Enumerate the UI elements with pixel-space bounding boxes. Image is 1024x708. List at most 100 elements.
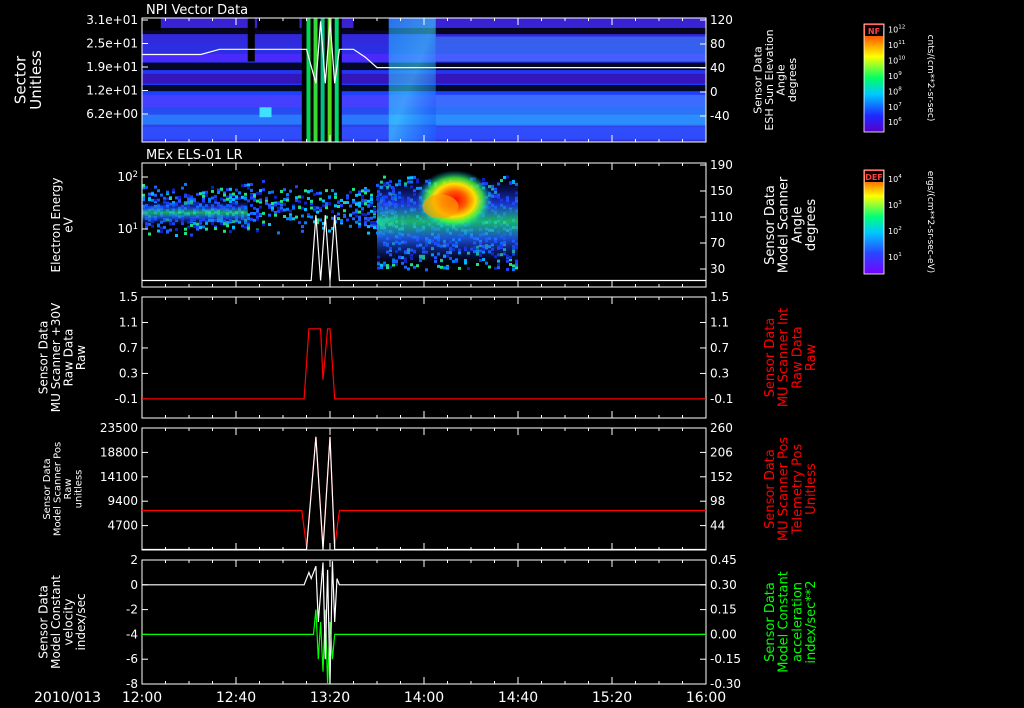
heatmap-pixel — [154, 193, 157, 197]
heatmap-pixel — [319, 197, 322, 201]
y2-tick-label: 30 — [710, 262, 725, 276]
heatmap-pixel — [184, 227, 187, 231]
heatmap-pixel — [262, 179, 265, 183]
heatmap-pixel — [316, 210, 319, 214]
heatmap-pixel — [241, 184, 244, 188]
y-tick-label: -0.1 — [115, 392, 138, 406]
panel-3: 1.5 1.1 0.7 0.3 -0.1 1.5 1.1 0.7 0.3 -0.1 Sensor D… — [36, 290, 819, 419]
heatmap-pixel — [157, 229, 160, 233]
heatmap-pixel — [169, 197, 172, 200]
heatmap-pixel — [367, 225, 370, 229]
heatmap-pixel — [364, 216, 367, 220]
heatmap-pixel — [253, 206, 256, 210]
colorbar-2: DEF 104 103 102 101 ergs/(cm**2-sr-sec-eV) — [863, 169, 935, 275]
heatmap-pixel — [364, 223, 367, 227]
heatmap-pixel — [175, 234, 178, 237]
heatmap-pixel — [217, 191, 220, 195]
heatmap-pixel — [298, 195, 301, 199]
panel-title: NPI Vector Data — [146, 3, 248, 18]
heatmap-pixel — [226, 188, 229, 192]
x-tick-label: 16:00 — [686, 690, 726, 706]
heatmap-pixel — [238, 197, 241, 201]
heatmap-pixel — [355, 214, 358, 218]
heatmap-pixel — [355, 210, 358, 214]
y2-tick-label: 70 — [710, 236, 725, 250]
heatmap-pixel — [364, 202, 367, 206]
y-tick-label: 23500 — [100, 421, 138, 435]
heatmap-pixel — [211, 185, 214, 189]
y2-tick-label: 152 — [710, 470, 733, 484]
heatmap-pixel — [310, 189, 313, 193]
heatmap-pixel — [283, 215, 286, 218]
heatmap-pixel — [355, 220, 358, 224]
heatmap-pixel — [199, 226, 202, 230]
heatmap-pixel — [337, 212, 340, 216]
heatmap-pixel — [301, 214, 304, 218]
heatmap-pixel — [358, 218, 361, 222]
heatmap-pixel — [235, 188, 238, 192]
y2-axis-title-line: Unitless — [804, 463, 819, 515]
heatmap-pixel — [367, 199, 370, 203]
y2-tick-label: 190 — [710, 158, 733, 172]
y-axis-title: Sensor Data Model Scanner Pos Raw unitless — [42, 442, 85, 536]
heatmap-pixel — [184, 232, 187, 235]
heatmap-pixel — [404, 265, 407, 269]
heatmap-pixel — [196, 192, 199, 196]
heatmap-pixel — [361, 212, 364, 216]
heatmap-pixel — [250, 183, 253, 186]
heatmap-pixel — [370, 216, 373, 220]
colorbar-tick-label: 1010 — [888, 55, 906, 65]
y-tick-label: 6.2e+00 — [86, 107, 138, 121]
heatmap-pixel — [280, 209, 283, 213]
heatmap-pixel — [268, 223, 271, 226]
y-tick-label: -4 — [126, 627, 138, 641]
x-tick-label: 15:20 — [592, 690, 632, 706]
heatmap-pixel — [367, 217, 370, 220]
heatmap-pixel — [337, 205, 340, 208]
heatmap-pixel — [373, 206, 376, 210]
heatmap-pixel — [247, 226, 250, 230]
y-tick-label: 0.3 — [119, 366, 138, 380]
heatmap-pixel — [304, 207, 307, 211]
heatmap-pixel — [440, 265, 443, 269]
heatmap-pixel — [301, 229, 304, 233]
heatmap-pixel — [253, 212, 256, 215]
y2-tick-label: 150 — [710, 184, 733, 198]
heatmap-pixel — [425, 268, 428, 272]
heatmap-pixel — [370, 224, 373, 228]
heatmap-pixel — [349, 213, 352, 217]
line-series-1 — [142, 609, 706, 685]
heatmap-pixel — [319, 191, 322, 195]
heatmap-pixel — [160, 193, 163, 197]
heatmap-pixel — [274, 213, 277, 217]
heatmap-pixel — [193, 225, 196, 229]
heatmap-pixel — [229, 187, 232, 191]
heatmap-pixel — [160, 226, 163, 230]
heatmap-pixel — [286, 198, 289, 202]
heatmap-pixel — [352, 200, 355, 204]
heatmap-pixel — [271, 190, 274, 194]
y-axis-title-line: index/sec — [74, 593, 88, 650]
heatmap-pixel — [386, 266, 389, 270]
heatmap-pixel — [358, 225, 361, 229]
heatmap-pixel — [295, 196, 298, 200]
heatmap-pixel — [313, 193, 316, 196]
heatmap-pixel — [340, 219, 343, 222]
heatmap-pixel — [274, 211, 277, 214]
heatmap-pixel — [223, 193, 226, 197]
heatmap-pixel — [361, 189, 364, 193]
heatmap-pixel — [355, 202, 358, 206]
heatmap-pixel — [331, 216, 334, 220]
y2-tick-label: 0.15 — [710, 603, 737, 617]
heatmap-pixel — [175, 228, 178, 231]
heatmap-pixel — [292, 205, 295, 209]
y-tick-label: 4700 — [107, 519, 138, 533]
y2-tick-label: 98 — [710, 494, 725, 508]
heatmap-pixel — [352, 187, 355, 191]
heatmap-pixel — [358, 215, 361, 219]
heatmap-pixel — [250, 203, 253, 207]
heatmap-pixel — [494, 266, 497, 270]
line-series-2 — [142, 561, 706, 685]
heatmap-pixel — [259, 205, 262, 209]
heatmap-pixel — [259, 189, 262, 193]
